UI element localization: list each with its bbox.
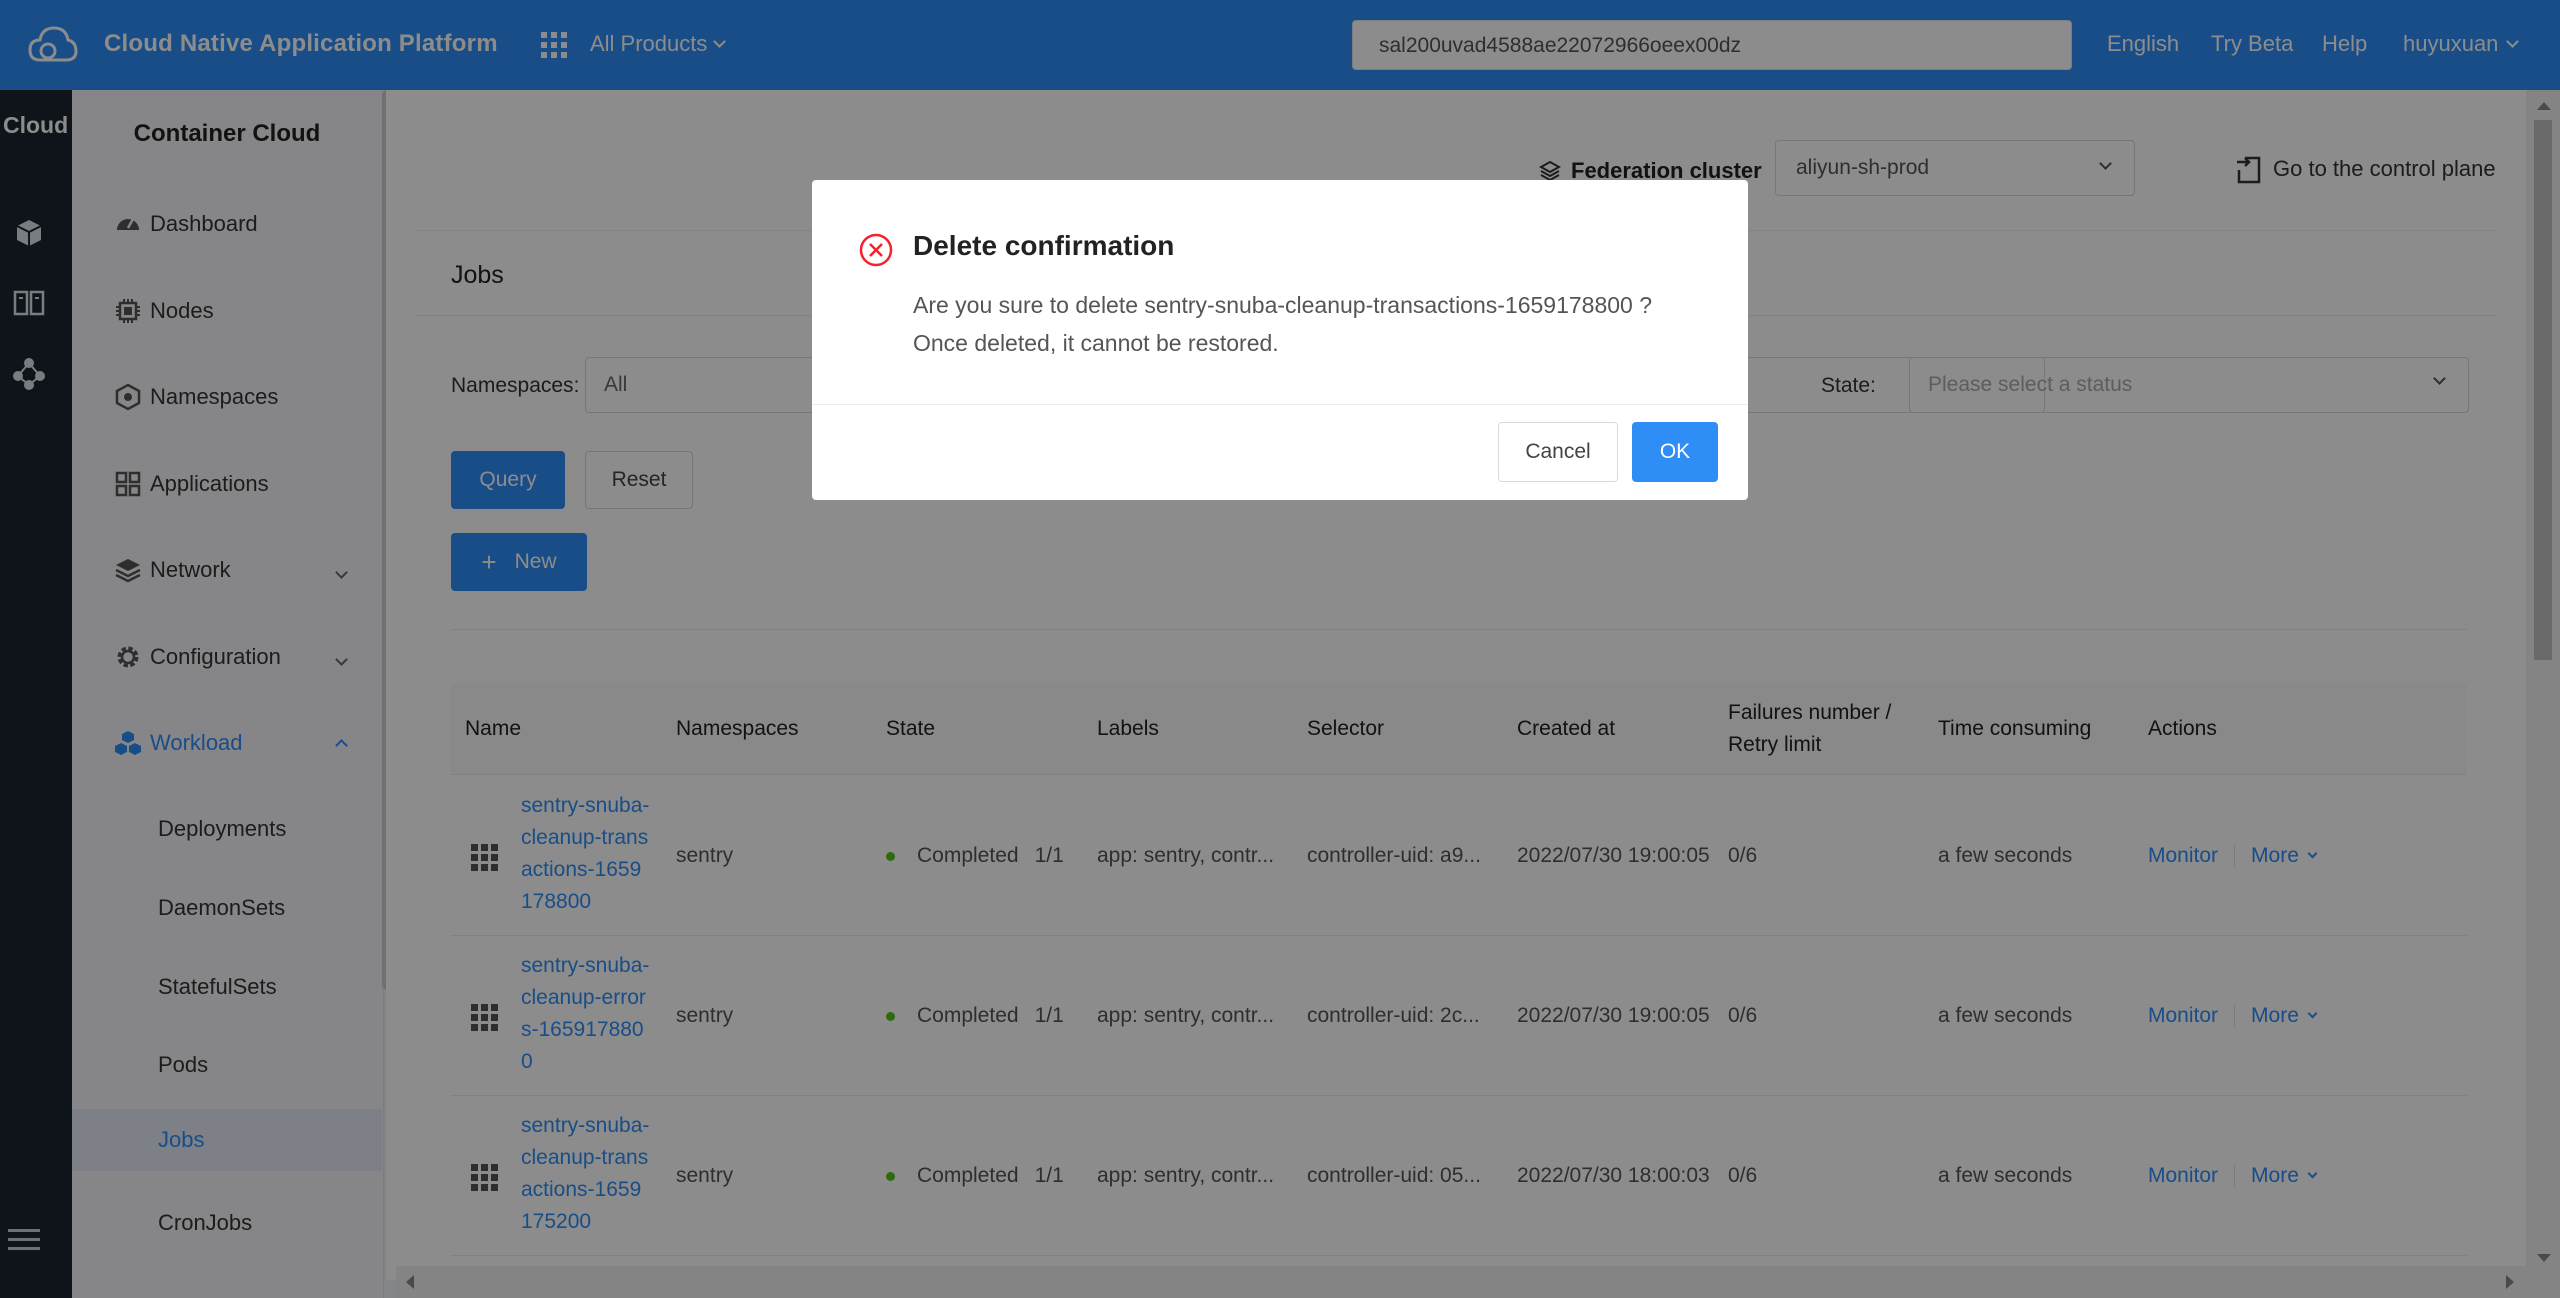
divider [812, 404, 1748, 405]
delete-confirmation-dialog: Delete confirmation Are you sure to dele… [812, 180, 1748, 500]
error-circle-icon [859, 233, 893, 267]
dialog-message: Are you sure to delete sentry-snuba-clea… [913, 292, 1653, 356]
cancel-button[interactable]: Cancel [1498, 422, 1618, 482]
dialog-title: Delete confirmation [913, 230, 1175, 261]
ok-button[interactable]: OK [1632, 422, 1718, 482]
